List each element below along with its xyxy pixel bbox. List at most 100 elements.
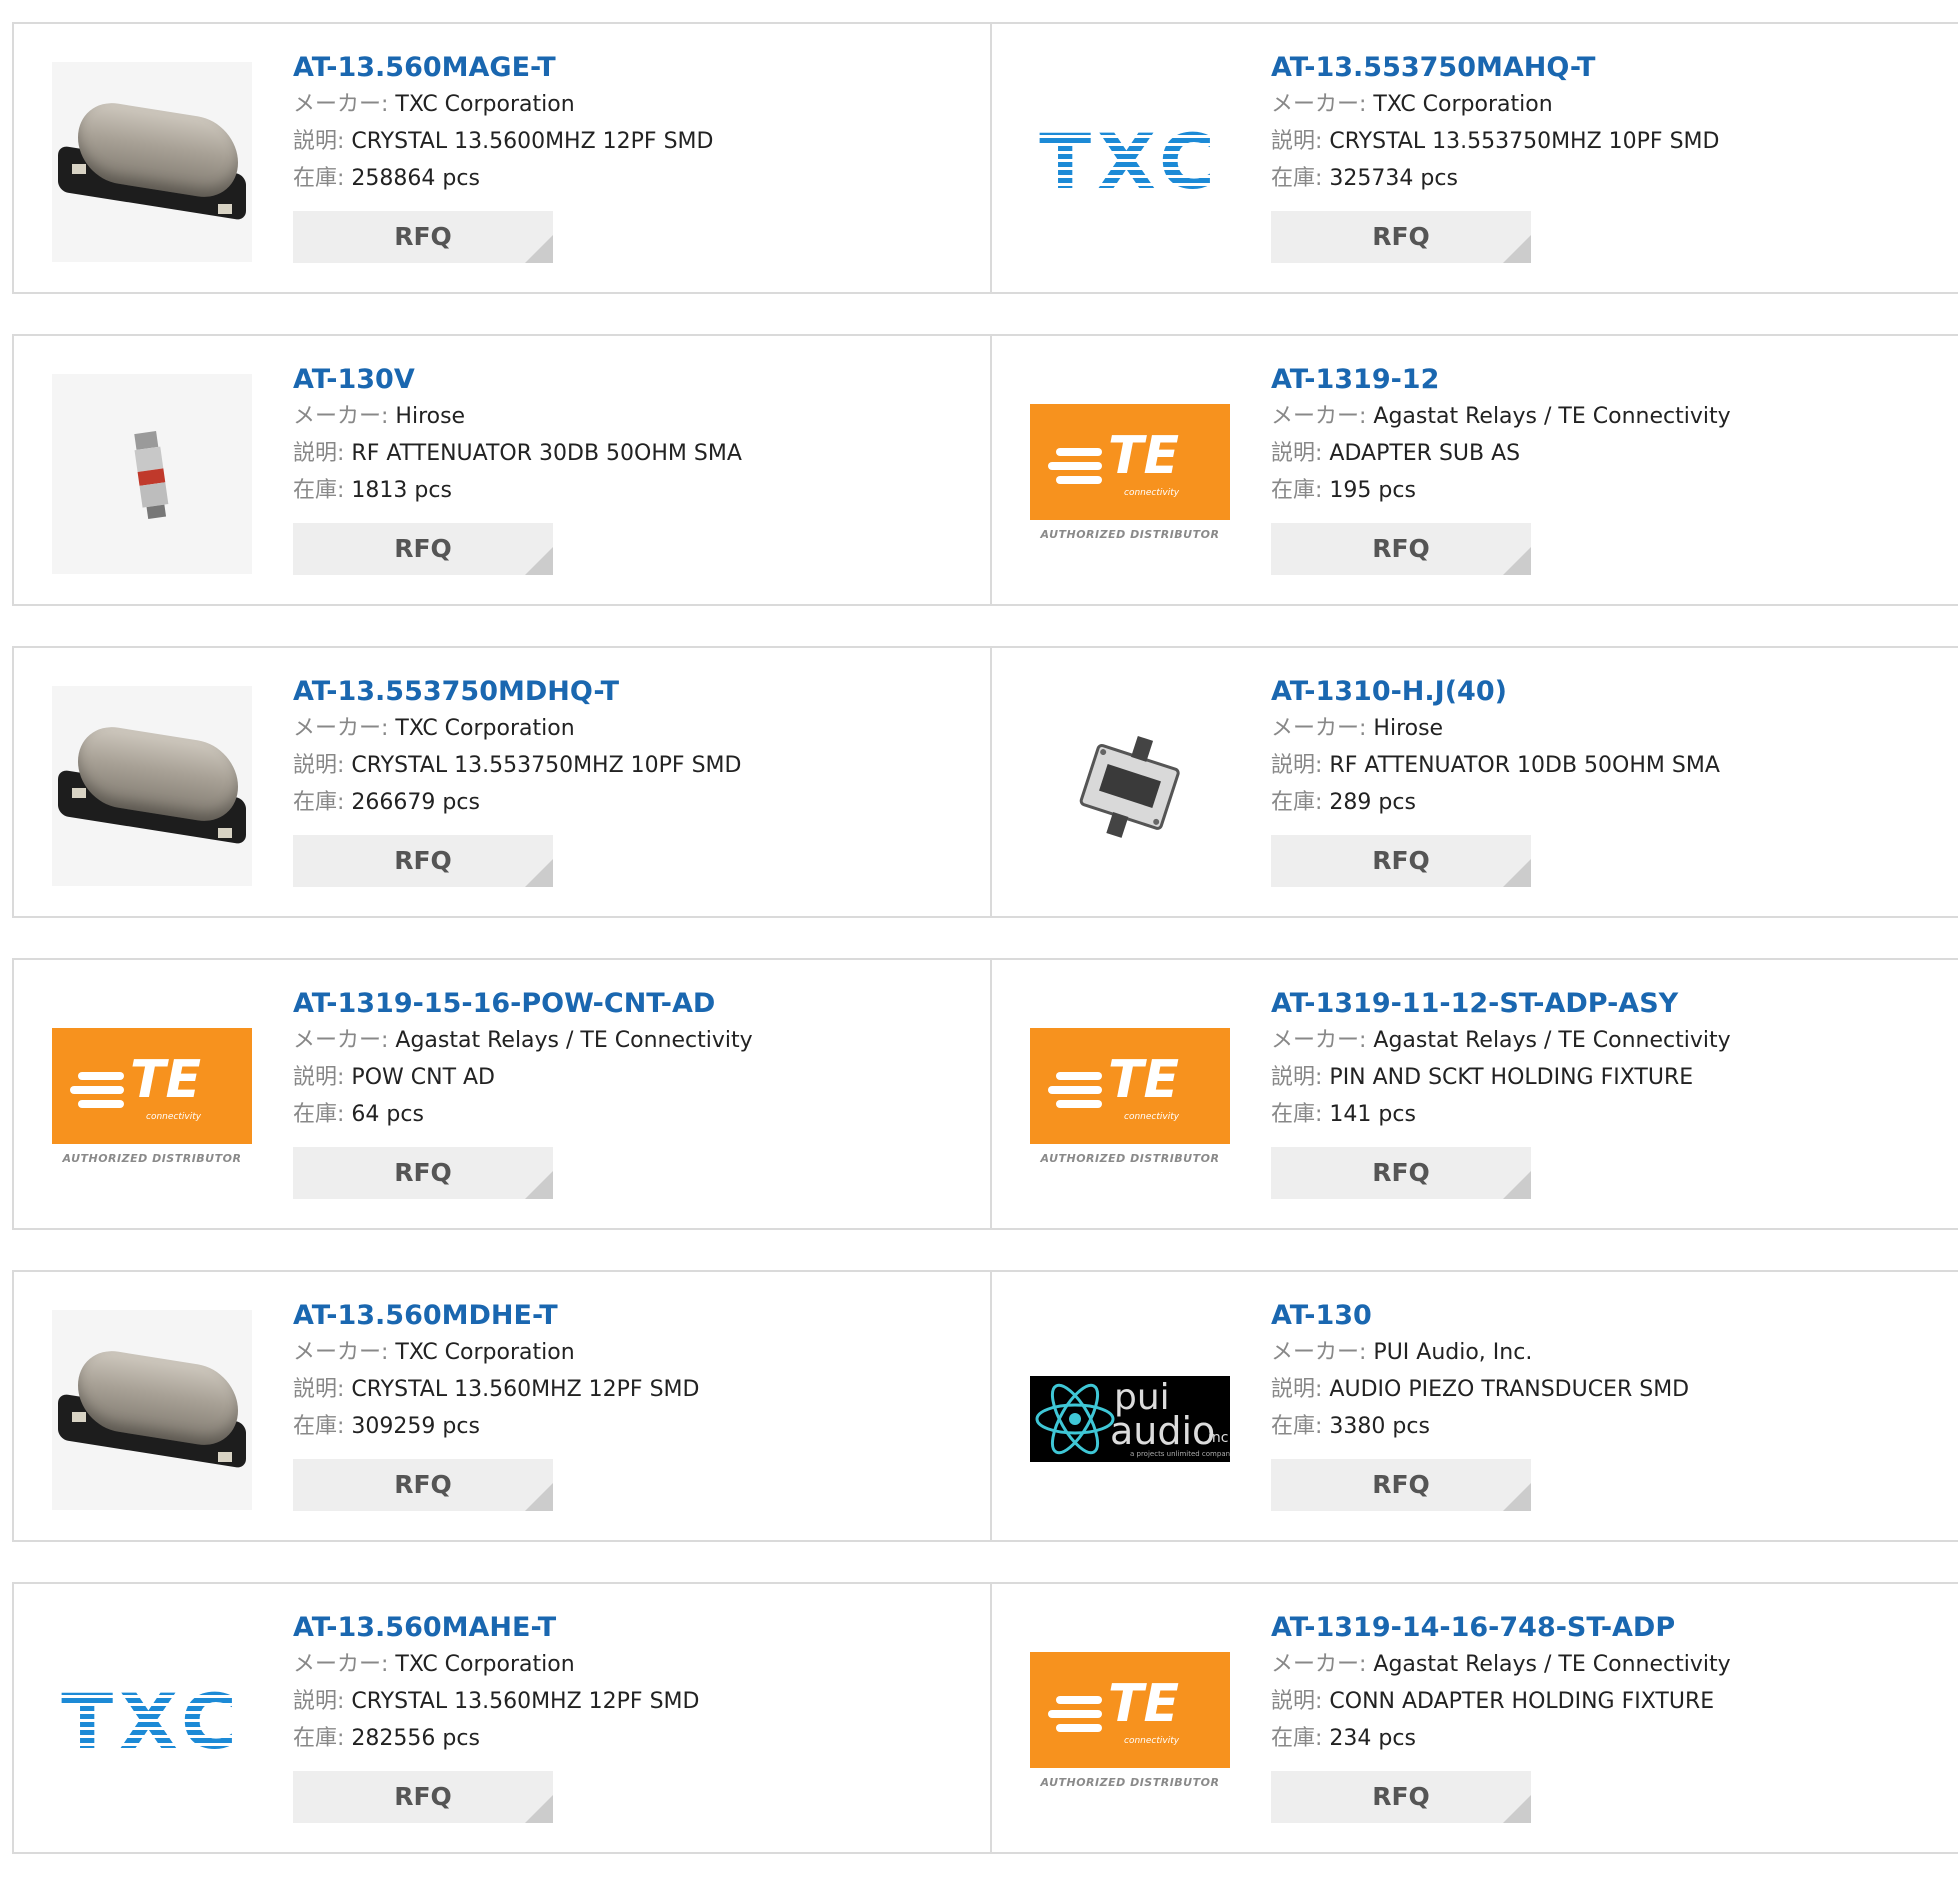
rfq-label: RFQ (1372, 222, 1430, 251)
maker-label: メーカー: (1271, 92, 1367, 117)
stock-value: 289 pcs (1329, 790, 1416, 815)
rfq-label: RFQ (394, 1158, 452, 1187)
part-number-link[interactable]: AT-13.560MAGE-T (293, 50, 713, 86)
desc-value: CRYSTAL 13.553750MHZ 10PF SMD (351, 753, 742, 778)
product-card: AT-13.553750MDHQ-T メーカー: TXC Corporation 説… (12, 646, 992, 918)
maker-value: PUI Audio, Inc. (1373, 1340, 1533, 1365)
desc-value: ADAPTER SUB AS (1329, 441, 1521, 466)
desc-value: CRYSTAL 13.560MHZ 12PF SMD (351, 1377, 700, 1402)
stock-value: 195 pcs (1329, 478, 1416, 503)
maker-line: メーカー: Hirose (1271, 710, 1720, 747)
part-number-link[interactable]: AT-1319-15-16-POW-CNT-AD (293, 986, 753, 1022)
description-line: 説明: CRYSTAL 13.553750MHZ 10PF SMD (293, 747, 741, 784)
part-number-link[interactable]: AT-1310-H.J(40) (1271, 674, 1720, 710)
rfq-button[interactable]: RFQ (293, 211, 553, 263)
crystal-image[interactable] (52, 62, 252, 262)
rfq-button[interactable]: RFQ (1271, 523, 1531, 575)
maker-value: TXC Corporation (395, 716, 575, 741)
rfq-button[interactable]: RFQ (293, 1147, 553, 1199)
maker-line: メーカー: Agastat Relays / TE Connectivity (1271, 1022, 1731, 1059)
rfq-button[interactable]: RFQ (1271, 835, 1531, 887)
corner-triangle-icon (525, 1483, 553, 1511)
maker-value: Hirose (395, 404, 466, 429)
txc-logo[interactable]: TXC (52, 1622, 252, 1822)
crystal-image[interactable] (52, 686, 252, 886)
te-logo-mark: TE connectivity AUTHORIZED DISTRIBUTOR (1030, 404, 1230, 544)
stock-label: 在庫: (1271, 790, 1323, 815)
te-connectivity-logo[interactable]: TE connectivity AUTHORIZED DISTRIBUTOR (1030, 998, 1230, 1198)
rfq-label: RFQ (1372, 1158, 1430, 1187)
rfq-button[interactable]: RFQ (293, 1771, 553, 1823)
corner-triangle-icon (1503, 1483, 1531, 1511)
corner-triangle-icon (1503, 235, 1531, 263)
corner-triangle-icon (525, 859, 553, 887)
product-info: AT-130 メーカー: PUI Audio, Inc. 説明: AUDIO PIE… (1271, 1298, 1689, 1511)
product-card: AT-130V メーカー: Hirose 説明: RF ATTENUATOR 30D… (12, 334, 992, 606)
stock-line: 在庫: 289 pcs (1271, 784, 1720, 821)
description-line: 説明: AUDIO PIEZO TRANSDUCER SMD (1271, 1371, 1689, 1408)
txc-logo-mark: TXC (1039, 122, 1215, 202)
desc-label: 説明: (1271, 1377, 1323, 1402)
corner-triangle-icon (525, 1171, 553, 1199)
stock-line: 在庫: 325734 pcs (1271, 160, 1719, 197)
rfq-button[interactable]: RFQ (293, 835, 553, 887)
part-number-link[interactable]: AT-13.560MAHE-T (293, 1610, 699, 1646)
part-number-link[interactable]: AT-130V (293, 362, 742, 398)
maker-line: メーカー: TXC Corporation (293, 1334, 699, 1371)
stock-line: 在庫: 234 pcs (1271, 1720, 1731, 1757)
product-info: AT-13.560MDHE-T メーカー: TXC Corporation 説明: … (293, 1298, 699, 1511)
maker-label: メーカー: (293, 92, 389, 117)
maker-line: メーカー: TXC Corporation (1271, 86, 1719, 123)
product-row: TXC AT-13.560MAHE-T メーカー: TXC Corporation 説… (12, 1582, 1958, 1854)
rf-module-image[interactable] (1030, 686, 1230, 886)
pui-audio-logo[interactable]: pui audio inc a projects unlimited company (1030, 1310, 1230, 1510)
maker-label: メーカー: (1271, 1340, 1367, 1365)
rfq-button[interactable]: RFQ (1271, 211, 1531, 263)
description-line: 説明: RF ATTENUATOR 30DB 50OHM SMA (293, 435, 742, 472)
te-connectivity-logo[interactable]: TE connectivity AUTHORIZED DISTRIBUTOR (1030, 1622, 1230, 1822)
product-card: AT-13.560MDHE-T メーカー: TXC Corporation 説明: … (12, 1270, 992, 1542)
product-grid: AT-13.560MAGE-T メーカー: TXC Corporation 説明: … (12, 22, 1958, 1894)
product-card: pui audio inc a projects unlimited company A… (990, 1270, 1958, 1542)
rfq-button[interactable]: RFQ (293, 1459, 553, 1511)
txc-logo[interactable]: TXC (1030, 62, 1230, 262)
part-number-link[interactable]: AT-1319-12 (1271, 362, 1731, 398)
te-connectivity-logo[interactable]: TE connectivity AUTHORIZED DISTRIBUTOR (1030, 374, 1230, 574)
part-number-link[interactable]: AT-13.560MDHE-T (293, 1298, 699, 1334)
rfq-button[interactable]: RFQ (1271, 1147, 1531, 1199)
product-card: TE connectivity AUTHORIZED DISTRIBUTOR AT-1… (990, 334, 1958, 606)
rfq-button[interactable]: RFQ (1271, 1459, 1531, 1511)
maker-line: メーカー: PUI Audio, Inc. (1271, 1334, 1689, 1371)
desc-label: 説明: (1271, 1689, 1323, 1714)
crystal-image[interactable] (52, 1310, 252, 1510)
part-number-link[interactable]: AT-1319-14-16-748-ST-ADP (1271, 1610, 1731, 1646)
attenuator-photo (134, 431, 169, 519)
part-number-link[interactable]: AT-13.553750MAHQ-T (1271, 50, 1719, 86)
corner-triangle-icon (1503, 859, 1531, 887)
rfq-button[interactable]: RFQ (1271, 1771, 1531, 1823)
desc-label: 説明: (293, 1065, 345, 1090)
desc-label: 説明: (1271, 129, 1323, 154)
stock-value: 234 pcs (1329, 1726, 1416, 1751)
maker-value: Agastat Relays / TE Connectivity (1373, 404, 1731, 429)
maker-line: メーカー: TXC Corporation (293, 86, 713, 123)
stock-value: 309259 pcs (351, 1414, 480, 1439)
stock-line: 在庫: 3380 pcs (1271, 1408, 1689, 1445)
description-line: 説明: CRYSTAL 13.560MHZ 12PF SMD (293, 1371, 699, 1408)
maker-label: メーカー: (1271, 404, 1367, 429)
part-number-link[interactable]: AT-130 (1271, 1298, 1689, 1334)
part-number-link[interactable]: AT-13.553750MDHQ-T (293, 674, 741, 710)
description-line: 説明: CRYSTAL 13.560MHZ 12PF SMD (293, 1683, 699, 1720)
rfq-button[interactable]: RFQ (293, 523, 553, 575)
desc-label: 説明: (293, 129, 345, 154)
maker-value: Hirose (1373, 716, 1444, 741)
maker-label: メーカー: (293, 716, 389, 741)
te-logo-mark: TE connectivity AUTHORIZED DISTRIBUTOR (52, 1028, 252, 1168)
pui-logo-mark: pui audio inc a projects unlimited company (1030, 1376, 1230, 1462)
stock-line: 在庫: 195 pcs (1271, 472, 1731, 509)
te-connectivity-logo[interactable]: TE connectivity AUTHORIZED DISTRIBUTOR (52, 998, 252, 1198)
part-number-link[interactable]: AT-1319-11-12-ST-ADP-ASY (1271, 986, 1731, 1022)
maker-value: Agastat Relays / TE Connectivity (1373, 1652, 1731, 1677)
attenuator-image[interactable] (52, 374, 252, 574)
stock-label: 在庫: (293, 790, 345, 815)
